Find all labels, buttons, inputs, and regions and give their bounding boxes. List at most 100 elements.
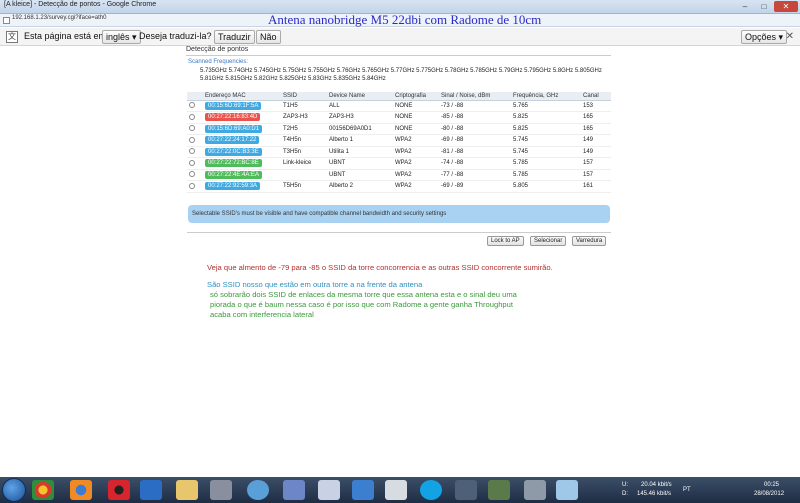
table-row[interactable]: 00:27:22:4E:4A:EA UBNT WPA2 -77 / -88 5.785 1… xyxy=(187,169,611,181)
start-button[interactable] xyxy=(2,478,26,502)
ssid-cell: T5H5n xyxy=(281,180,327,193)
row-radio[interactable] xyxy=(187,123,203,135)
signal-cell: -85 / -88 xyxy=(439,111,511,124)
crypto-cell: NONE xyxy=(393,123,439,135)
app-icon[interactable] xyxy=(352,480,374,500)
info-box: Selectable SSID's must be visible and ha… xyxy=(188,205,610,223)
table-row[interactable]: 00:15:6D:69:A0:D1 T2H5 00156D69A0D1 NONE -80… xyxy=(187,123,611,135)
signal-cell: -77 / -88 xyxy=(439,169,511,181)
crypto-cell: WPA2 xyxy=(393,134,439,147)
app-icon[interactable] xyxy=(385,480,407,500)
table-row[interactable]: 00:27:22:16:83:4D ZAP3-H3 ZAP3-H3 NONE -85 /… xyxy=(187,111,611,124)
radio-button[interactable] xyxy=(189,102,195,109)
firefox-icon[interactable] xyxy=(70,480,92,500)
frequency-line: 5.735GHz 5.74GHz 5.745GHz 5.75GHz 5.755G… xyxy=(200,68,602,74)
table-row[interactable]: 00:27:22:72:BC:8E Link-kleice UBNT WPA2 -74 … xyxy=(187,157,611,170)
options-button[interactable]: Opções ▾ xyxy=(741,30,788,44)
no-button[interactable]: Não xyxy=(256,30,281,44)
mac-cell: 00:27:22:72:BC:8E xyxy=(203,157,281,170)
frequency-cell: 5.765 xyxy=(511,100,581,112)
ssid-cell xyxy=(281,169,327,181)
app-icon[interactable] xyxy=(556,480,578,500)
close-icon[interactable]: ✕ xyxy=(786,31,794,42)
channel-cell: 157 xyxy=(581,157,611,170)
ssid-cell: ZAP3-H3 xyxy=(281,111,327,124)
table-row[interactable]: 00:27:22:92:59:3A T5H5n Alberto 2 WPA2 -69 /… xyxy=(187,180,611,193)
device-cell: Alberto 2 xyxy=(327,180,393,193)
close-button[interactable]: ✕ xyxy=(774,1,798,12)
language-select[interactable]: inglês ▾ xyxy=(102,30,141,44)
app-icon[interactable] xyxy=(524,480,546,500)
clock-date[interactable]: 28/08/2012 xyxy=(754,491,784,497)
radio-button[interactable] xyxy=(189,136,195,143)
frequency-cell: 5.805 xyxy=(511,180,581,193)
column-frequency: Frequência, GHz xyxy=(511,92,581,101)
row-radio[interactable] xyxy=(187,180,203,193)
scan-button[interactable]: Varredura xyxy=(572,236,607,246)
section-title: Detecção de pontos xyxy=(186,46,249,53)
table-row[interactable]: 00:27:22:0C:B3:3E T3H5n Utilita 1 WPA2 -81 /… xyxy=(187,146,611,158)
ssid-cell: T4H5n xyxy=(281,134,327,147)
row-radio[interactable] xyxy=(187,134,203,147)
folder-icon[interactable] xyxy=(176,480,198,500)
radio-button[interactable] xyxy=(189,125,195,132)
mac-cell: 00:27:22:4E:4A:EA xyxy=(203,169,281,181)
channel-cell: 149 xyxy=(581,134,611,147)
table-row[interactable]: 00:15:6D:69:1F:5A T1H5 ALL NONE -73 / -88 5.7… xyxy=(187,100,611,112)
annotation-note: piorada o que é baum nessa caso é por is… xyxy=(210,300,513,309)
radio-button[interactable] xyxy=(189,113,195,120)
mac-cell: 00:27:22:92:59:3A xyxy=(203,180,281,193)
app-icon[interactable] xyxy=(247,480,269,500)
net-down-label: D: xyxy=(622,491,628,497)
frequency-cell: 5.825 xyxy=(511,123,581,135)
device-cell: UBNT xyxy=(327,157,393,170)
crypto-cell: NONE xyxy=(393,111,439,124)
media-player-icon[interactable] xyxy=(140,480,162,500)
radio-button[interactable] xyxy=(189,171,195,178)
page-icon xyxy=(3,17,10,24)
channel-cell: 157 xyxy=(581,169,611,181)
frequency-list: 5.735GHz 5.74GHz 5.745GHz 5.75GHz 5.755G… xyxy=(200,67,610,83)
minimize-button[interactable]: – xyxy=(736,1,754,12)
app-icon[interactable] xyxy=(210,480,232,500)
row-radio[interactable] xyxy=(187,157,203,170)
radio-button[interactable] xyxy=(189,159,195,166)
row-radio[interactable] xyxy=(187,100,203,112)
device-cell: Utilita 1 xyxy=(327,146,393,158)
radio-button[interactable] xyxy=(189,182,195,189)
clock-time[interactable]: 00:25 xyxy=(764,482,779,488)
app-icon[interactable] xyxy=(488,480,510,500)
row-radio[interactable] xyxy=(187,146,203,158)
app-icon[interactable] xyxy=(455,480,477,500)
column-device: Device Name xyxy=(327,92,393,101)
language-indicator[interactable]: PT xyxy=(683,487,691,493)
row-radio[interactable] xyxy=(187,169,203,181)
lock-to-ap-button[interactable]: Lock to AP xyxy=(487,236,524,246)
frequency-cell: 5.745 xyxy=(511,134,581,147)
ssid-cell: T3H5n xyxy=(281,146,327,158)
annotation-title: Antena nanobridge M5 22dbi com Radome de… xyxy=(268,12,542,27)
column-ssid: SSID xyxy=(281,92,327,101)
mac-address: 00:27:22:24:17:22 xyxy=(205,136,260,145)
select-button[interactable]: Selecionar xyxy=(530,236,567,246)
translate-button[interactable]: Traduzir xyxy=(214,30,255,44)
crypto-cell: NONE xyxy=(393,100,439,112)
mac-address: 00:27:22:4E:4A:EA xyxy=(205,170,263,179)
opera-icon[interactable] xyxy=(108,480,130,500)
translate-bar: 文 Esta página está em inglês ▾ Deseja tr… xyxy=(0,28,800,46)
device-cell: ALL xyxy=(327,100,393,112)
channel-cell: 161 xyxy=(581,180,611,193)
row-radio[interactable] xyxy=(187,111,203,124)
channel-cell: 165 xyxy=(581,123,611,135)
crypto-cell: WPA2 xyxy=(393,157,439,170)
maximize-button[interactable]: □ xyxy=(755,1,773,12)
channel-cell: 153 xyxy=(581,100,611,112)
skype-icon[interactable] xyxy=(420,480,442,500)
table-row[interactable]: 00:27:22:24:17:22 T4H5n Alberto 1 WPA2 -69 /… xyxy=(187,134,611,147)
ssid-cell: T2H5 xyxy=(281,123,327,135)
app-icon[interactable] xyxy=(283,480,305,500)
radio-button[interactable] xyxy=(189,148,195,155)
url-text[interactable]: 192.168.1.23/survey.cgi?iface=ath0 xyxy=(12,15,106,21)
app-icon[interactable] xyxy=(318,480,340,500)
chrome-icon[interactable] xyxy=(32,480,54,500)
